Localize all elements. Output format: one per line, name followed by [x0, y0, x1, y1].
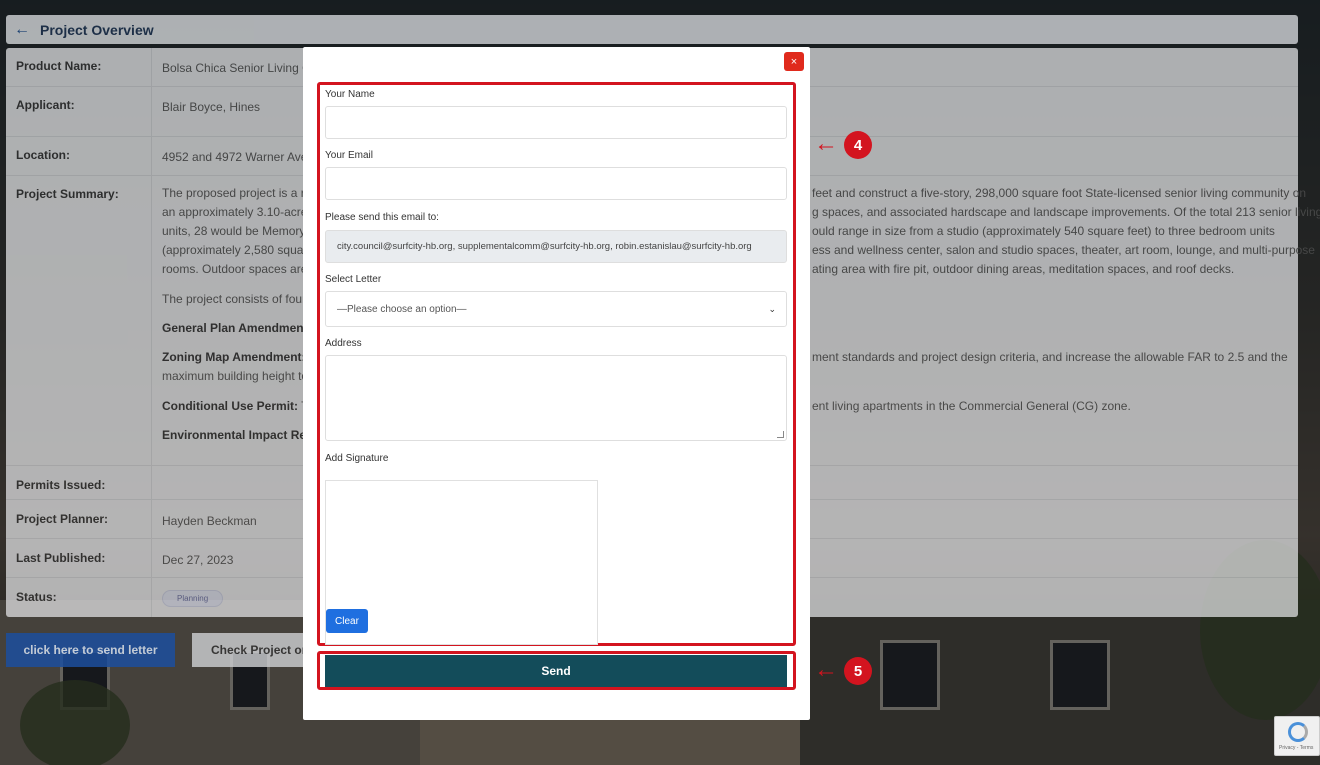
applicant-label: Applicant: [16, 98, 75, 112]
gpa-label: General Plan Amendment: [162, 321, 312, 335]
check-project-button[interactable]: Check Project on [192, 633, 312, 667]
location-value: 4952 and 4972 Warner Aven [162, 150, 315, 164]
status-label: Status: [16, 590, 57, 604]
zma-label: Zoning Map Amendment: [162, 350, 306, 364]
signature-label: Add Signature [325, 453, 389, 464]
cup-right: ent living apartments in the Commercial … [812, 399, 1131, 413]
callout-arrow-icon: ← [814, 656, 838, 683]
back-arrow-icon[interactable]: ← [14, 21, 30, 39]
published-label: Last Published: [16, 551, 106, 565]
summary-paragraph-right: feet and construct a five-story, 298,000… [812, 186, 1320, 276]
zma-right: ment standards and project design criter… [812, 350, 1288, 364]
eir-label: Environmental Impact Rep [162, 428, 314, 442]
letter-select[interactable]: —Please choose an option— ⌄ [325, 291, 787, 327]
product-name-value: Bolsa Chica Senior Living Co [162, 61, 318, 75]
recaptcha-icon [1288, 722, 1308, 742]
summary-label: Project Summary: [16, 187, 119, 201]
address-textarea[interactable] [325, 355, 787, 441]
close-modal-button[interactable]: × [784, 52, 804, 71]
recaptcha-text: Privacy - Terms [1279, 745, 1314, 751]
product-name-label: Product Name: [16, 59, 102, 73]
permits-label: Permits Issued: [16, 478, 106, 492]
send-letter-button[interactable]: click here to send letter [6, 633, 175, 667]
status-badge: Planning [162, 590, 224, 607]
address-label: Address [325, 338, 362, 349]
clear-signature-button[interactable]: Clear [326, 609, 368, 633]
send-button[interactable]: Send [325, 655, 787, 687]
location-label: Location: [16, 148, 70, 162]
letter-label: Select Letter [325, 274, 382, 285]
email-input[interactable] [325, 167, 787, 200]
letter-select-value: —Please choose an option— [337, 303, 467, 315]
email-label: Your Email [325, 150, 373, 161]
callout-badge: 5 [844, 657, 872, 685]
send-to-field: city.council@surfcity-hb.org, supplement… [325, 230, 787, 263]
planner-label: Project Planner: [16, 512, 109, 526]
recaptcha-badge[interactable]: Privacy - Terms [1274, 716, 1320, 756]
applicant-value: Blair Boyce, Hines [162, 100, 261, 114]
send-to-label: Please send this email to: [325, 212, 439, 223]
callout-arrow-icon: ← [814, 130, 838, 157]
published-value: Dec 27, 2023 [162, 553, 234, 567]
resize-handle-icon[interactable] [777, 431, 784, 438]
name-input[interactable] [325, 106, 787, 139]
send-letter-modal: × Your Name Your Email Please send this … [303, 47, 810, 720]
page-header: ← Project Overview [6, 15, 1298, 44]
chevron-down-icon: ⌄ [768, 304, 776, 314]
cup-label: Conditional Use Permit: [162, 399, 299, 413]
callout-badge: 4 [844, 131, 872, 159]
planner-value: Hayden Beckman [162, 514, 257, 528]
name-label: Your Name [325, 89, 375, 100]
page-title: Project Overview [40, 21, 154, 38]
